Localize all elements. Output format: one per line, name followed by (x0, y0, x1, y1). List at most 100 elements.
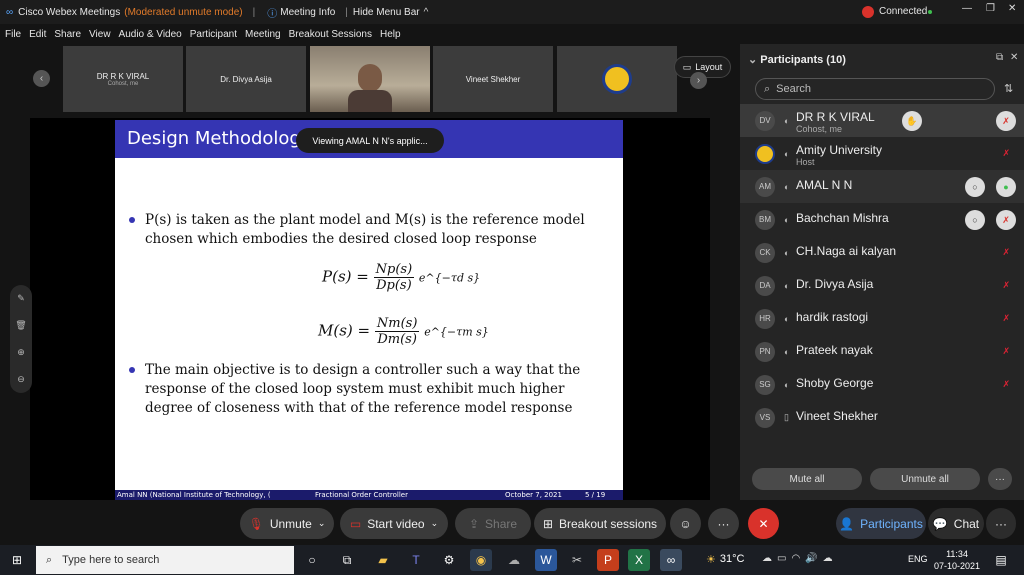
participant-row[interactable]: CK ◐ CH.Naga ai kalyan ✗ (740, 236, 1024, 269)
connection-status[interactable]: Connected (879, 6, 927, 17)
participant-row[interactable]: DA ◐ Dr. Divya Asija ✗ (740, 269, 1024, 302)
breakout-sessions-button[interactable]: ⊞ Breakout sessions (534, 508, 666, 539)
amity-logo-icon (602, 64, 632, 94)
teams-icon[interactable]: T (405, 549, 427, 571)
participant-name: Prateek nayak (796, 343, 873, 357)
menu-audio-video[interactable]: Audio & Video (119, 29, 182, 40)
unmute-all-button[interactable]: Unmute all (870, 468, 980, 490)
clock[interactable]: 11:34 07-10-2021 (934, 548, 980, 572)
onedrive-icon[interactable]: ☁ (823, 553, 833, 564)
task-view-icon[interactable]: ⧉ (336, 549, 358, 571)
chat-bubble-icon[interactable]: ○ (965, 210, 985, 230)
start-video-button[interactable]: ▭ Start video ⌄ (340, 508, 448, 539)
video-tile[interactable]: DR R K VIRAL Cohost, me (63, 46, 183, 112)
strip-next-button[interactable]: › (690, 72, 707, 89)
mic-muted-icon[interactable]: ✗ (1002, 346, 1010, 357)
avatar: BM (755, 209, 775, 230)
video-tile[interactable]: Dr. Divya Asija (186, 46, 306, 112)
strip-prev-button[interactable]: ‹ (33, 70, 50, 87)
menu-share[interactable]: Share (54, 29, 81, 40)
close-panel-icon[interactable]: ✕ (1010, 52, 1018, 63)
video-tile-camera[interactable] (310, 46, 430, 112)
mute-participant-icon[interactable]: ✗ (996, 111, 1016, 131)
settings-icon[interactable]: ⚙ (438, 549, 460, 571)
mic-muted-icon[interactable]: ✗ (1002, 280, 1010, 291)
zoom-out-icon[interactable]: ⊖ (17, 374, 25, 385)
chat-button[interactable]: 💬 Chat (928, 508, 984, 539)
chrome-icon[interactable]: ◉ (470, 549, 492, 571)
chevron-down-icon[interactable]: ⌄ (318, 518, 326, 529)
restore-icon[interactable]: ❐ (986, 3, 995, 14)
app-icon[interactable]: ☁ (503, 549, 525, 571)
cortana-icon[interactable]: ○ (301, 549, 323, 571)
reactions-button[interactable]: ☺ (670, 508, 701, 539)
participant-role: Cohost, me (796, 124, 843, 134)
equation-plant: P(s) = Np(s) Dp(s) e^{−τd s} (322, 262, 480, 293)
menu-file[interactable]: File (5, 29, 21, 40)
notifications-icon[interactable]: ▤ (990, 549, 1012, 571)
webex-taskbar-icon[interactable]: ∞ (660, 549, 682, 571)
meeting-info-button[interactable]: Meeting Info (280, 7, 335, 18)
popout-icon[interactable]: ⧉ (996, 52, 1003, 63)
participants-button[interactable]: 👤 Participants (836, 508, 926, 539)
hide-menu-bar-button[interactable]: Hide Menu Bar (353, 7, 420, 18)
share-button[interactable]: ⇪ Share (455, 508, 531, 539)
video-tile[interactable] (557, 46, 677, 112)
menu-help[interactable]: Help (380, 29, 401, 40)
snip-icon[interactable]: ✂ (566, 549, 588, 571)
participant-row[interactable]: AM ◐ AMAL N N ○ ● (740, 170, 1024, 203)
participant-row[interactable]: ◐ Amity University Host ✗ (740, 137, 1024, 170)
participant-row[interactable]: SG ◐ Shoby George ✗ (740, 368, 1024, 401)
mic-muted-icon[interactable]: ✗ (1002, 148, 1010, 159)
battery-icon[interactable]: ▭ (777, 553, 786, 564)
wifi-icon[interactable]: ◠ (791, 553, 800, 564)
eq1-numerator: Np(s) (373, 262, 415, 278)
participant-row[interactable]: DV ◐ DR R K VIRAL Cohost, me ✋ ✗ (740, 104, 1024, 137)
windows-start-icon[interactable]: ⊞ (6, 549, 28, 571)
end-meeting-button[interactable]: ✕ (748, 508, 779, 539)
chevron-down-icon[interactable]: ⌄ (748, 54, 757, 66)
annotate-icon[interactable]: ✎ (17, 293, 25, 304)
sort-icon[interactable]: ⇅ (1004, 82, 1013, 95)
more-options-button[interactable]: ··· (708, 508, 739, 539)
mute-participant-icon[interactable]: ✗ (996, 210, 1016, 230)
trash-icon[interactable]: 🗑 (15, 320, 26, 331)
mute-all-button[interactable]: Mute all (752, 468, 862, 490)
chevron-down-icon[interactable]: ⌄ (431, 518, 439, 529)
menu-meeting[interactable]: Meeting (245, 29, 281, 40)
zoom-in-icon[interactable]: ⊕ (17, 347, 25, 358)
menu-breakout-sessions[interactable]: Breakout Sessions (289, 29, 372, 40)
video-tile[interactable]: Vineet Shekher (433, 46, 553, 112)
mic-muted-icon[interactable]: ✗ (1002, 379, 1010, 390)
excel-icon[interactable]: X (628, 549, 650, 571)
close-icon[interactable]: ✕ (1008, 3, 1016, 14)
chat-bubble-icon[interactable]: ○ (965, 177, 985, 197)
panel-options-button[interactable]: ··· (988, 468, 1012, 490)
minimize-icon[interactable]: — (962, 3, 972, 14)
powerpoint-icon[interactable]: P (597, 549, 619, 571)
file-explorer-icon[interactable]: ▰ (372, 549, 394, 571)
participant-row[interactable]: HR ◐ hardik rastogi ✗ (740, 302, 1024, 335)
menu-participant[interactable]: Participant (190, 29, 237, 40)
word-icon[interactable]: W (535, 549, 557, 571)
cloud-icon[interactable]: ☁ (762, 553, 772, 564)
mic-muted-icon[interactable]: ✗ (1002, 247, 1010, 258)
participant-search[interactable]: ⌕ Search (755, 78, 995, 100)
panel-more-button[interactable]: ··· (986, 508, 1016, 539)
unmute-button[interactable]: 🎙 Unmute ⌄ (240, 508, 334, 539)
menu-edit[interactable]: Edit (29, 29, 46, 40)
participant-row[interactable]: PN ◐ Prateek nayak ✗ (740, 335, 1024, 368)
chevron-up-icon[interactable]: ^ (424, 7, 429, 18)
menu-view[interactable]: View (89, 29, 111, 40)
participant-row[interactable]: BM ◐ Bachchan Mishra ○ ✗ (740, 203, 1024, 236)
raise-hand-icon[interactable]: ✋ (902, 111, 922, 131)
weather-widget[interactable]: ☀ 31°C (706, 553, 744, 566)
mic-muted-icon[interactable]: ✗ (1002, 313, 1010, 324)
amity-avatar (755, 143, 775, 164)
taskbar-search[interactable]: ⌕ Type here to search (36, 546, 294, 574)
mic-active-icon[interactable]: ● (996, 177, 1016, 197)
smile-icon: ☺ (679, 516, 692, 531)
volume-icon[interactable]: 🔊 (805, 553, 817, 564)
participant-row[interactable]: VS ▯ Vineet Shekher (740, 401, 1024, 434)
language-indicator[interactable]: ENG (908, 554, 928, 564)
